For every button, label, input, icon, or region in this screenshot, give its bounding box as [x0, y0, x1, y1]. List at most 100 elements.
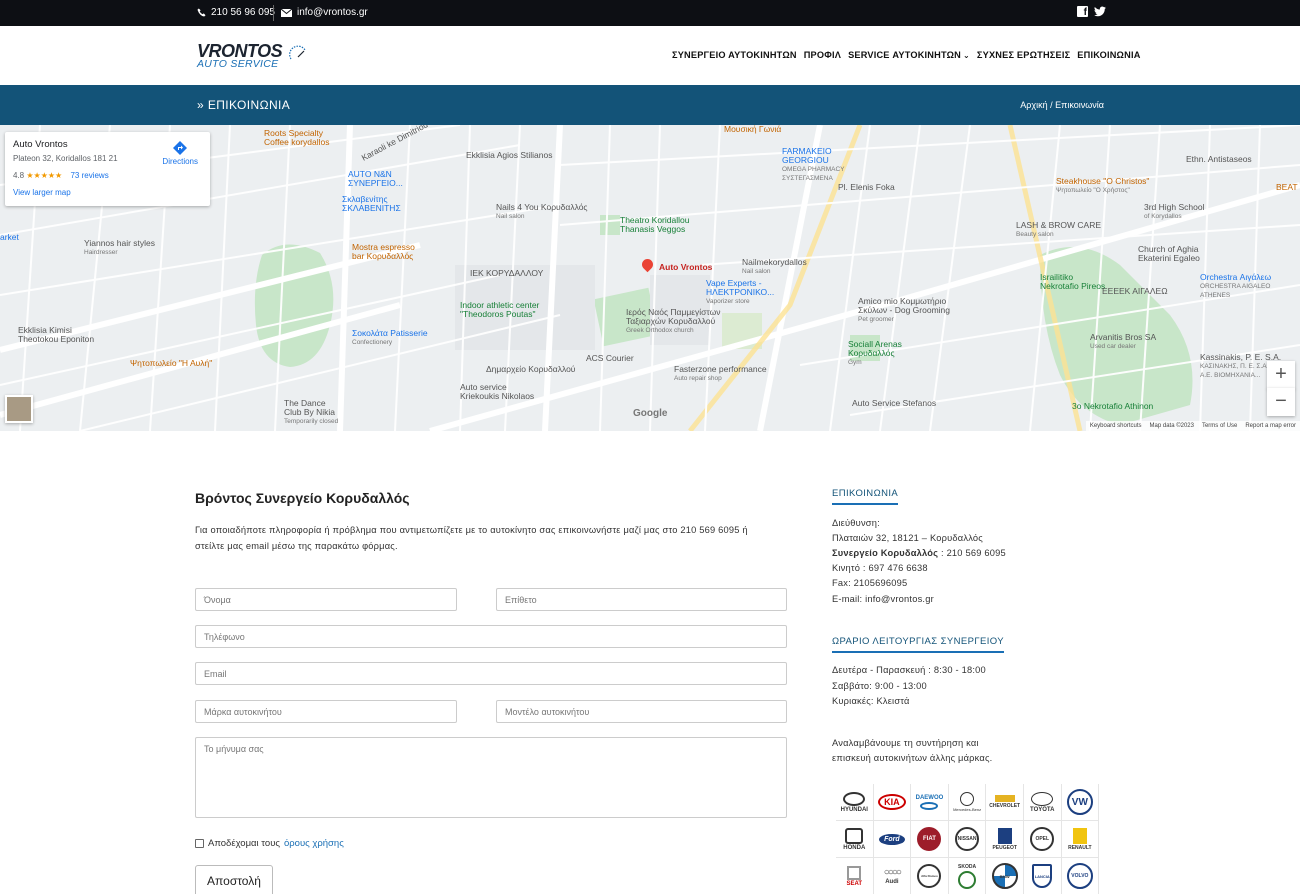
poi-orchestra[interactable]: Orchestra Αιγάλεω ORCHESTRA AIGALEO ATHENE… — [1200, 273, 1271, 300]
honda-logo: HONDA — [836, 821, 874, 858]
street-ethn-antistaseos: Ethn. Antistaseos — [1186, 154, 1252, 164]
poi-israilitiko[interactable]: Israilitiko Nekrotafio Pireos — [1040, 273, 1105, 291]
google-map[interactable]: Roots Specialty Coffee korydallos Karaoli… — [0, 125, 1300, 431]
nav-service-label: SERVICE ΑΥΤΟΚΙΝΗΤΩΝ — [848, 50, 962, 60]
hours-saturday: Σαββάτο: 9:00 - 13:00 — [832, 681, 927, 691]
poi-auto-vrontos[interactable]: Auto Vrontos — [659, 263, 712, 272]
poi-yiannos[interactable]: Yiannos hair styles Hairdresser — [84, 239, 155, 257]
peugeot-logo: PEUGEOT — [986, 821, 1024, 858]
workshop-phone-number[interactable]: : 210 569 6095 — [941, 548, 1006, 558]
poi-vape[interactable]: Vape Experts - ΗΛΕΚΤΡΟΝΙΚΟ... Vaporizer st… — [706, 279, 774, 306]
poi-elenis-foka[interactable]: Pl. Elenis Foka — [838, 183, 895, 192]
email-contact[interactable]: info@vrontos.gr — [281, 7, 368, 18]
poi-beat[interactable]: BEAT — [1276, 183, 1298, 192]
poi-3rd-high-school[interactable]: 3rd High School of Korydallos — [1144, 203, 1204, 221]
message-textarea[interactable]: Το μήνυμα σας — [195, 737, 787, 818]
terms-link[interactable]: Terms of Use — [1202, 423, 1237, 429]
submit-button[interactable]: Αποστολή — [195, 865, 273, 894]
seat-logo: SEAT — [836, 858, 874, 894]
map-data-text: Map data ©2023 — [1149, 423, 1194, 429]
contact-heading: Βρόντος Συνεργείο Κορυδαλλός — [195, 490, 410, 506]
poi-mostra[interactable]: Mostra espresso bar Κορυδαλλός — [352, 243, 415, 261]
poi-auto-service-kriekoukis[interactable]: Auto service Kriekoukis Nikolaos — [460, 383, 534, 401]
nav-service[interactable]: SERVICE ΑΥΤΟΚΙΝΗΤΩΝ ⌄ — [848, 50, 970, 60]
poi-roots[interactable]: Roots Specialty Coffee korydallos — [264, 129, 330, 147]
directions-button[interactable]: Directions — [162, 141, 198, 166]
poi-ekklisia-kimisi[interactable]: Ekklisia Kimisi Theotokou Eponiton — [18, 326, 94, 344]
poi-arvanitis[interactable]: Arvanitis Bros SA Used car dealer — [1090, 333, 1156, 351]
car-model-input[interactable]: Μοντέλο αυτοκινήτου — [496, 700, 787, 723]
first-name-input[interactable]: Όνομα — [195, 588, 457, 611]
poi-dance-club[interactable]: The Dance Club By Nikia Temporarily closed — [284, 399, 338, 426]
view-larger-map-link[interactable]: View larger map — [13, 188, 202, 197]
breadcrumb[interactable]: Αρχική / Επικοινωνία — [1020, 100, 1104, 110]
facebook-icon[interactable]: f — [1077, 6, 1088, 18]
brands-text-line1: Αναλαμβάνουμε τη συντήρηση και — [832, 738, 979, 748]
poi-nails4you[interactable]: Nails 4 You Κορυδαλλός Nail salon — [496, 203, 588, 221]
alfa-romeo-logo: Alfa Romeo — [911, 858, 949, 894]
rating-value: 4.8 — [13, 171, 25, 180]
terms-checkbox[interactable] — [195, 839, 204, 848]
poi-lash-brow[interactable]: LASH & BROW CARE Beauty salon — [1016, 221, 1101, 239]
sidebar-hours-heading: ΩΡΑΡΙΟ ΛΕΙΤΟΥΡΓΙΑΣ ΣΥΝΕΡΓΕΙΟΥ — [832, 636, 1004, 653]
twitter-icon[interactable] — [1094, 6, 1106, 17]
reviews-link[interactable]: 73 reviews — [70, 171, 108, 180]
poi-fasterzone[interactable]: Fasterzone performance Auto repair shop — [674, 365, 767, 383]
address-value: Πλαταιών 32, 18121 – Κορυδαλλός — [832, 533, 983, 543]
poi-amico-mio[interactable]: Amico mio Κομμωτήριο Σκύλων - Dog Groomin… — [858, 297, 950, 324]
logo-gauge-icon — [289, 45, 306, 60]
poi-farmakeio[interactable]: FARMAKEIO GEORGIOU OMEGA PHARMACY ΣΥΣΤΕΓΑΣΜ… — [782, 147, 844, 183]
report-error-link[interactable]: Report a map error — [1245, 423, 1296, 429]
nav-faq[interactable]: ΣΥΧΝΕΣ ΕΡΩΤΗΣΕΙΣ — [977, 50, 1070, 60]
poi-psitopoleio[interactable]: Ψητοπωλείο "Η Αυλή" — [130, 359, 212, 368]
poi-iek[interactable]: ΙΕΚ ΚΟΡΥΔΑΛΛΟΥ — [470, 269, 543, 278]
poi-3o-nekrotafio[interactable]: 3o Nekrotafio Athinon — [1072, 402, 1153, 411]
poi-mousiki[interactable]: Μουσική Γωνιά — [724, 125, 781, 134]
keyboard-shortcuts-link[interactable]: Keyboard shortcuts — [1090, 423, 1142, 429]
nissan-logo: NISSAN — [948, 821, 987, 858]
sidebar-email[interactable]: E-mail: info@vrontos.gr — [832, 594, 934, 604]
brand-logos-grid: HYUNDAI KIA DAEWOO Mercedes-Benz CHEVROL… — [836, 784, 1100, 894]
poi-acs[interactable]: ACS Courier — [586, 354, 634, 363]
poi-theatro[interactable]: Theatro Koridallou Thanasis Veggos — [620, 216, 689, 234]
mobile-phone[interactable]: Κινητό : 697 476 6638 — [832, 563, 928, 573]
main-nav: ΣΥΝΕΡΓΕΙΟ ΑΥΤΟΚΙΝΗΤΩΝ ΠΡΟΦΙΛ SERVICE ΑΥΤ… — [672, 50, 1141, 60]
contact-intro: Για οποιαδήποτε πληροφορία ή πρόβλημα πο… — [195, 525, 748, 551]
poi-dimarxeio[interactable]: Δημαρχείο Κορυδαλλού — [486, 365, 575, 374]
nav-profile[interactable]: ΠΡΟΦΙΛ — [804, 50, 841, 60]
poi-indoor-center[interactable]: Indoor athletic center "Theodoros Poutas" — [460, 301, 539, 319]
zoom-in-button[interactable]: + — [1267, 361, 1295, 389]
poi-sokolata[interactable]: Σοκολάτα Patisserie Confectionery — [352, 329, 428, 347]
email-input[interactable]: Email — [195, 662, 787, 685]
site-logo[interactable]: VRONTOS AUTO SERVICE — [197, 42, 312, 71]
nav-contact[interactable]: ΕΠΙΚΟΙΝΩΝΙΑ — [1077, 50, 1140, 60]
poi-ieros-naos[interactable]: Ιερός Ναός Παμμεγίστων Ταξιαρχών Κορυδαλλ… — [626, 308, 721, 335]
poi-sociall-arenas[interactable]: Sociall Arenas Κορυδαλλός Gym — [848, 340, 902, 367]
hyundai-logo: HYUNDAI — [836, 784, 874, 821]
ford-logo: Ford — [873, 821, 912, 858]
poi-sklavenitis[interactable]: Σκλαβενίτης ΣΚΛΑΒΕΝΙΤΗΣ — [342, 195, 401, 213]
poi-agios-stilianos[interactable]: Ekklisia Agios Stilianos — [466, 151, 552, 160]
poi-steakhouse[interactable]: Steakhouse "O Christos" Ψητοπωλείο "Ο Χρή… — [1056, 177, 1149, 195]
terms-link[interactable]: όρους χρήσης — [284, 838, 344, 849]
car-brand-input[interactable]: Μάρκα αυτοκινήτου — [195, 700, 457, 723]
nav-workshop[interactable]: ΣΥΝΕΡΓΕΙΟ ΑΥΤΟΚΙΝΗΤΩΝ — [672, 50, 797, 60]
workshop-phone: Συνεργείο Κορυδαλλός : 210 569 6095 — [832, 548, 1006, 558]
workshop-label: Συνεργείο Κορυδαλλός — [832, 548, 939, 558]
map-satellite-toggle[interactable] — [5, 395, 33, 423]
phone-contact[interactable]: 210 56 96 095 — [197, 7, 275, 18]
poi-aghia-ekaterini[interactable]: Church of Aghia Ekaterini Egaleo — [1138, 245, 1200, 263]
sidebar-contact-heading: ΕΠΙΚΟΙΝΩΝΙΑ — [832, 488, 899, 505]
poi-market[interactable]: arket — [0, 233, 19, 242]
poi-eeeek[interactable]: ΕΕΕΕΚ ΑΙΓΑΛΕΩ — [1102, 287, 1168, 296]
poi-auto-service-stefanos[interactable]: Auto Service Stefanos — [852, 399, 936, 408]
poi-nailme[interactable]: Nailmekorydallos Nail salon — [742, 258, 807, 276]
phone-input[interactable]: Τηλέφωνο — [195, 625, 787, 648]
poi-auto-nn[interactable]: AUTO N&N ΣΥΝΕΡΓΕΙΟ... — [348, 170, 403, 188]
fax-number: Fax: 2105696095 — [832, 578, 908, 588]
fiat-logo: FIAT — [911, 821, 949, 858]
last-name-input[interactable]: Επίθετο — [496, 588, 787, 611]
brands-text-line2: επισκευή αυτοκινήτων άλλης μάρκας. — [832, 753, 993, 763]
page-title: » ΕΠΙΚΟΙΝΩΝΙΑ — [197, 98, 290, 112]
zoom-out-button[interactable]: − — [1267, 388, 1295, 416]
